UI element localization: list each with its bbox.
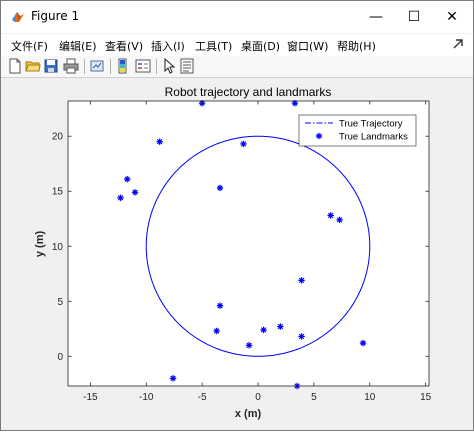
x-tick-label: 10	[364, 392, 376, 403]
close-icon: ✕	[446, 9, 458, 25]
open-file-icon[interactable]	[25, 58, 41, 74]
landmark-point	[359, 339, 367, 347]
landmark-point	[169, 375, 177, 382]
minimize-icon: —	[369, 9, 383, 25]
chart-svg: -15 -10 -5 0 5 10 15 0 5 10 15 20 Robot trajectory …	[34, 85, 432, 420]
window-title: Figure 1	[31, 9, 80, 23]
y-tick-label: 0	[57, 352, 63, 363]
menu-window[interactable]: 窗口(W)	[287, 38, 328, 54]
menu-file[interactable]: 文件(F)	[11, 38, 48, 54]
minimize-button[interactable]: —	[357, 1, 395, 33]
toolbar-separator	[156, 59, 157, 74]
landmark-point	[327, 212, 334, 219]
x-tick-label: 5	[311, 392, 317, 403]
landmark-point	[213, 327, 220, 335]
legend-icon[interactable]	[135, 58, 151, 74]
y-tick-label: 5	[57, 297, 63, 308]
landmark-point	[124, 175, 131, 183]
menu-tools[interactable]: 工具(T)	[195, 38, 232, 54]
matlab-icon	[12, 12, 24, 22]
menu-bar: 文件(F) 编辑(E) 查看(V) 插入(I) 工具(T) 桌面(D) 窗口(W…	[1, 34, 473, 56]
landmark-point	[336, 216, 343, 224]
x-tick-label: -15	[83, 392, 98, 403]
figure-canvas: -15 -10 -5 0 5 10 15 0 5 10 15 20 Robot trajectory …	[1, 78, 473, 430]
y-tick-label: 10	[52, 242, 64, 253]
x-tick-label: -5	[198, 392, 207, 403]
landmark-point	[245, 342, 253, 349]
figure-window: Figure 1 — ☐ ✕ 文件(F) 编辑(E) 查看(V) 插入(I) 工…	[0, 0, 474, 431]
y-axis-label: y (m)	[34, 231, 46, 258]
x-tick-label: 15	[420, 392, 432, 403]
pointer-icon[interactable]	[161, 58, 177, 74]
landmark-point	[298, 277, 305, 284]
landmark-point	[117, 194, 124, 202]
print-icon[interactable]	[63, 58, 79, 74]
save-icon[interactable]	[43, 58, 59, 74]
link-plot-icon[interactable]	[89, 58, 105, 74]
toolbar	[1, 56, 473, 78]
legend-landmark-swatch	[315, 132, 323, 140]
legend-asterisk	[315, 132, 323, 140]
x-axis-label: x (m)	[235, 408, 262, 420]
dock-arrow-icon[interactable]	[451, 37, 465, 51]
colorbar-icon[interactable]	[115, 58, 131, 74]
property-inspector-icon[interactable]	[179, 58, 195, 74]
close-button[interactable]: ✕	[433, 1, 471, 33]
maximize-button[interactable]: ☐	[395, 1, 433, 33]
toolbar-separator	[110, 59, 111, 74]
menu-edit[interactable]: 编辑(E)	[59, 38, 97, 54]
landmark-point	[240, 140, 247, 148]
toolbar-separator	[84, 59, 85, 74]
legend[interactable]: True Trajectory True Landmarks	[298, 114, 417, 147]
legend-landmark-label: True Landmarks	[339, 132, 408, 143]
landmark-point	[216, 302, 224, 309]
menu-help[interactable]: 帮助(H)	[337, 38, 376, 54]
menu-view[interactable]: 查看(V)	[105, 38, 143, 54]
landmark-point	[156, 138, 163, 145]
x-tick-label: 0	[255, 392, 261, 403]
menu-desktop[interactable]: 桌面(D)	[241, 38, 280, 54]
y-tick-label: 20	[52, 132, 64, 143]
landmark-point	[260, 326, 267, 334]
menu-insert[interactable]: 插入(I)	[151, 38, 185, 54]
landmark-point	[216, 184, 224, 192]
new-figure-icon[interactable]	[7, 58, 23, 74]
title-bar[interactable]: Figure 1 — ☐ ✕	[1, 1, 473, 33]
chart-title: Robot trajectory and landmarks	[165, 85, 332, 99]
x-tick-label: -10	[139, 392, 154, 403]
landmark-point	[131, 189, 139, 196]
landmark-point	[277, 323, 284, 330]
landmark-point	[298, 333, 305, 340]
legend-trajectory-label: True Trajectory	[339, 119, 403, 130]
y-tick-label: 15	[52, 187, 64, 198]
maximize-icon: ☐	[407, 9, 421, 25]
